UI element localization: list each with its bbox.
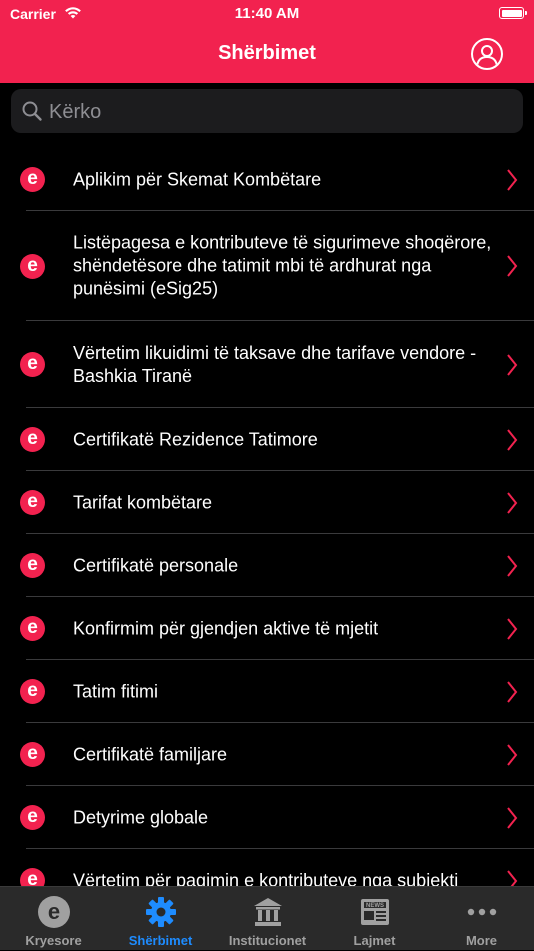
e-albania-logo-icon: e xyxy=(20,352,45,377)
app-header: Carrier 11:40 AM Shërbimet xyxy=(0,0,534,83)
tab-kryesore[interactable]: e Kryesore xyxy=(0,887,107,951)
e-albania-logo-icon: e xyxy=(20,553,45,578)
chevron-right-icon xyxy=(507,806,518,829)
search-bar xyxy=(0,83,534,141)
more-dots-icon xyxy=(467,908,496,916)
service-label: Certifikatë Rezidence Tatimore xyxy=(73,429,318,449)
e-albania-logo-icon: e xyxy=(20,253,45,279)
e-albania-logo-icon: e xyxy=(20,167,45,192)
service-row[interactable]: e Tatim fitimi xyxy=(0,660,534,723)
e-albania-logo-icon: e xyxy=(20,616,45,641)
newspaper-icon: NEWS xyxy=(360,899,389,925)
e-albania-logo-icon: e xyxy=(20,805,45,830)
search-input[interactable] xyxy=(47,89,511,135)
tab-label: Institucionet xyxy=(228,933,307,948)
tab-sherbimet[interactable]: Shërbimet xyxy=(107,887,214,951)
chevron-right-icon xyxy=(507,428,518,451)
tab-institucionet[interactable]: Institucionet xyxy=(214,887,321,951)
service-row[interactable]: e Certifikatë Rezidence Tatimore xyxy=(0,408,534,471)
tab-more[interactable]: More xyxy=(428,887,534,951)
chevron-right-icon xyxy=(507,168,518,191)
service-row[interactable]: e Konfirmim për gjendjen aktive të mjeti… xyxy=(0,597,534,660)
tab-bar: e Kryesore Shërbimet Institucionet NEWS … xyxy=(0,886,534,950)
service-label: Certifikatë personale xyxy=(73,555,239,575)
services-list: e Aplikim për Skemat Kombëtare e Listëpa… xyxy=(0,148,534,912)
service-row[interactable]: e Detyrime globale xyxy=(0,786,534,849)
search-icon xyxy=(22,101,42,121)
chevron-right-icon xyxy=(507,617,518,640)
chevron-right-icon xyxy=(507,680,518,703)
e-albania-logo-icon: e xyxy=(20,679,45,704)
service-label: Aplikim për Skemat Kombëtare xyxy=(73,169,322,189)
service-label: Vërtetim likuidimi të taksave dhe tarifa… xyxy=(73,342,477,386)
page-title: Shërbimet xyxy=(218,42,316,64)
gear-icon xyxy=(145,897,176,927)
service-label: Tarifat kombëtare xyxy=(73,492,213,512)
chevron-right-icon xyxy=(507,554,518,577)
service-row[interactable]: e Listëpagesa e kontributeve të sigurime… xyxy=(0,211,534,321)
service-label: Konfirmim për gjendjen aktive të mjetit xyxy=(73,618,379,638)
service-row[interactable]: e Aplikim për Skemat Kombëtare xyxy=(0,148,534,211)
status-time: 11:40 AM xyxy=(234,5,300,22)
service-label: Listëpagesa e kontributeve të sigurimeve… xyxy=(73,232,492,299)
chevron-right-icon xyxy=(507,743,518,766)
tab-label: More xyxy=(465,933,498,948)
profile-button[interactable] xyxy=(471,38,503,70)
svg-text:NEWS: NEWS xyxy=(366,903,384,909)
user-icon xyxy=(476,45,498,67)
e-logo-icon: e xyxy=(37,896,70,928)
search-field[interactable] xyxy=(11,89,523,135)
service-row[interactable]: e Certifikatë familjare xyxy=(0,723,534,786)
battery-icon xyxy=(499,7,527,19)
e-albania-logo-icon: e xyxy=(20,427,45,452)
tab-label: Kryesore xyxy=(25,933,82,948)
chevron-right-icon xyxy=(507,255,518,277)
tab-label: Lajmet xyxy=(353,933,396,948)
tab-lajmet[interactable]: NEWS Lajmet xyxy=(321,887,428,951)
service-label: Tatim fitimi xyxy=(73,681,158,701)
service-row[interactable]: e Certifikatë personale xyxy=(0,534,534,597)
svg-text:e: e xyxy=(47,899,59,924)
service-label: Detyrime globale xyxy=(73,807,209,827)
status-bar: Carrier 11:40 AM xyxy=(0,0,534,28)
e-albania-logo-icon: e xyxy=(20,742,45,767)
chevron-right-icon xyxy=(507,353,518,376)
e-albania-logo-icon: e xyxy=(20,490,45,515)
service-row[interactable]: e Vërtetim likuidimi të taksave dhe tari… xyxy=(0,321,534,408)
tab-label: Shërbimet xyxy=(128,933,193,948)
service-label: Certifikatë familjare xyxy=(73,744,228,764)
chevron-right-icon xyxy=(507,491,518,514)
service-row[interactable]: e Tarifat kombëtare xyxy=(0,471,534,534)
institution-icon xyxy=(253,898,282,926)
